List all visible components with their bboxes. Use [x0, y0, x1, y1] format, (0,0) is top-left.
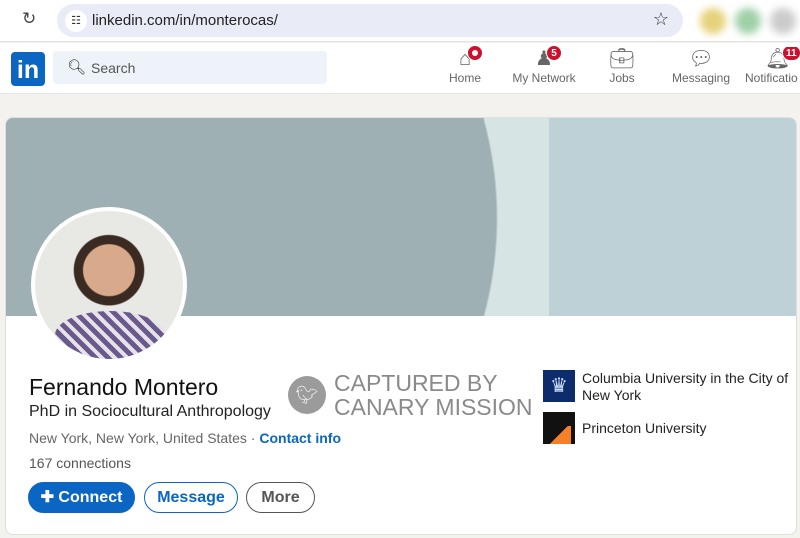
- profile-icon[interactable]: [770, 8, 796, 34]
- education-name: Princeton University: [582, 420, 707, 436]
- profile-location: New York, New York, United States · Cont…: [29, 430, 341, 446]
- connect-button[interactable]: ✚ Connect: [28, 482, 135, 513]
- button-label: Connect: [58, 489, 123, 506]
- site-settings-icon[interactable]: ☷: [65, 10, 87, 32]
- url-text[interactable]: linkedin.com/in/monterocas/: [92, 12, 278, 29]
- add-person-icon: ✚: [40, 489, 54, 506]
- linkedin-nav: in 🔍︎ Search ⌂ Home ♟ 5 My Network 💼︎ Job…: [0, 43, 800, 94]
- columbia-crown-logo: ♛: [543, 370, 575, 402]
- linkedin-logo[interactable]: in: [11, 52, 45, 86]
- reload-icon[interactable]: ↻: [22, 9, 36, 29]
- canary-bird-icon: 🐦︎: [288, 376, 326, 414]
- location-text: New York, New York, United States: [29, 430, 247, 446]
- nav-label: Jobs: [609, 71, 635, 85]
- search-input[interactable]: 🔍︎ Search: [53, 51, 327, 84]
- extension-icon[interactable]: [735, 8, 761, 34]
- chat-icon: 💬︎: [688, 48, 714, 70]
- connections-count[interactable]: 167 connections: [29, 455, 131, 471]
- avatar[interactable]: [31, 207, 187, 363]
- nav-label: My Network: [512, 71, 576, 85]
- watermark: 🐦︎ CAPTURED BY CANARY MISSION: [288, 371, 533, 421]
- briefcase-icon: 💼︎: [609, 48, 635, 70]
- nav-label: Home: [448, 71, 481, 85]
- search-icon: 🔍︎: [67, 59, 87, 76]
- nav-home[interactable]: ⌂ Home: [447, 45, 483, 85]
- princeton-logo: [543, 412, 575, 444]
- profile-headline: PhD in Sociocultural Anthropology: [29, 403, 271, 420]
- browser-toolbar: ↻ ☷ linkedin.com/in/monterocas/ ☆: [0, 0, 800, 42]
- nav-my-network[interactable]: ♟ 5 My Network: [508, 45, 580, 85]
- badge: 5: [546, 45, 562, 61]
- nav-notifications[interactable]: 🔔︎ 11 Notificatio: [745, 47, 800, 85]
- watermark-line: CAPTURED BY: [334, 370, 498, 396]
- nav-jobs[interactable]: 💼︎ Jobs: [602, 47, 642, 85]
- separator: ·: [246, 430, 260, 446]
- notification-dot: [467, 45, 483, 61]
- profile-card: Fernando Montero PhD in Sociocultural An…: [5, 117, 797, 535]
- contact-info-link[interactable]: Contact info: [259, 430, 341, 446]
- badge: 11: [782, 47, 800, 61]
- watermark-line: CANARY MISSION: [334, 394, 533, 420]
- extension-icon[interactable]: [700, 8, 726, 34]
- bookmark-star-icon[interactable]: ☆: [653, 9, 669, 30]
- more-button[interactable]: More: [246, 482, 315, 513]
- profile-name: Fernando Montero: [29, 374, 219, 400]
- nav-messaging[interactable]: 💬︎ Messaging: [670, 47, 732, 85]
- address-bar[interactable]: ☷ linkedin.com/in/monterocas/ ☆: [57, 4, 683, 37]
- nav-label: Messaging: [671, 71, 731, 85]
- message-button[interactable]: Message: [144, 482, 238, 513]
- nav-label: Notificatio: [745, 71, 798, 85]
- education-name: Columbia University in the City of New Y…: [582, 370, 789, 403]
- education-item[interactable]: Princeton University: [543, 412, 793, 446]
- search-placeholder: Search: [91, 60, 136, 76]
- education-item[interactable]: ♛ Columbia University in the City of New…: [543, 370, 793, 404]
